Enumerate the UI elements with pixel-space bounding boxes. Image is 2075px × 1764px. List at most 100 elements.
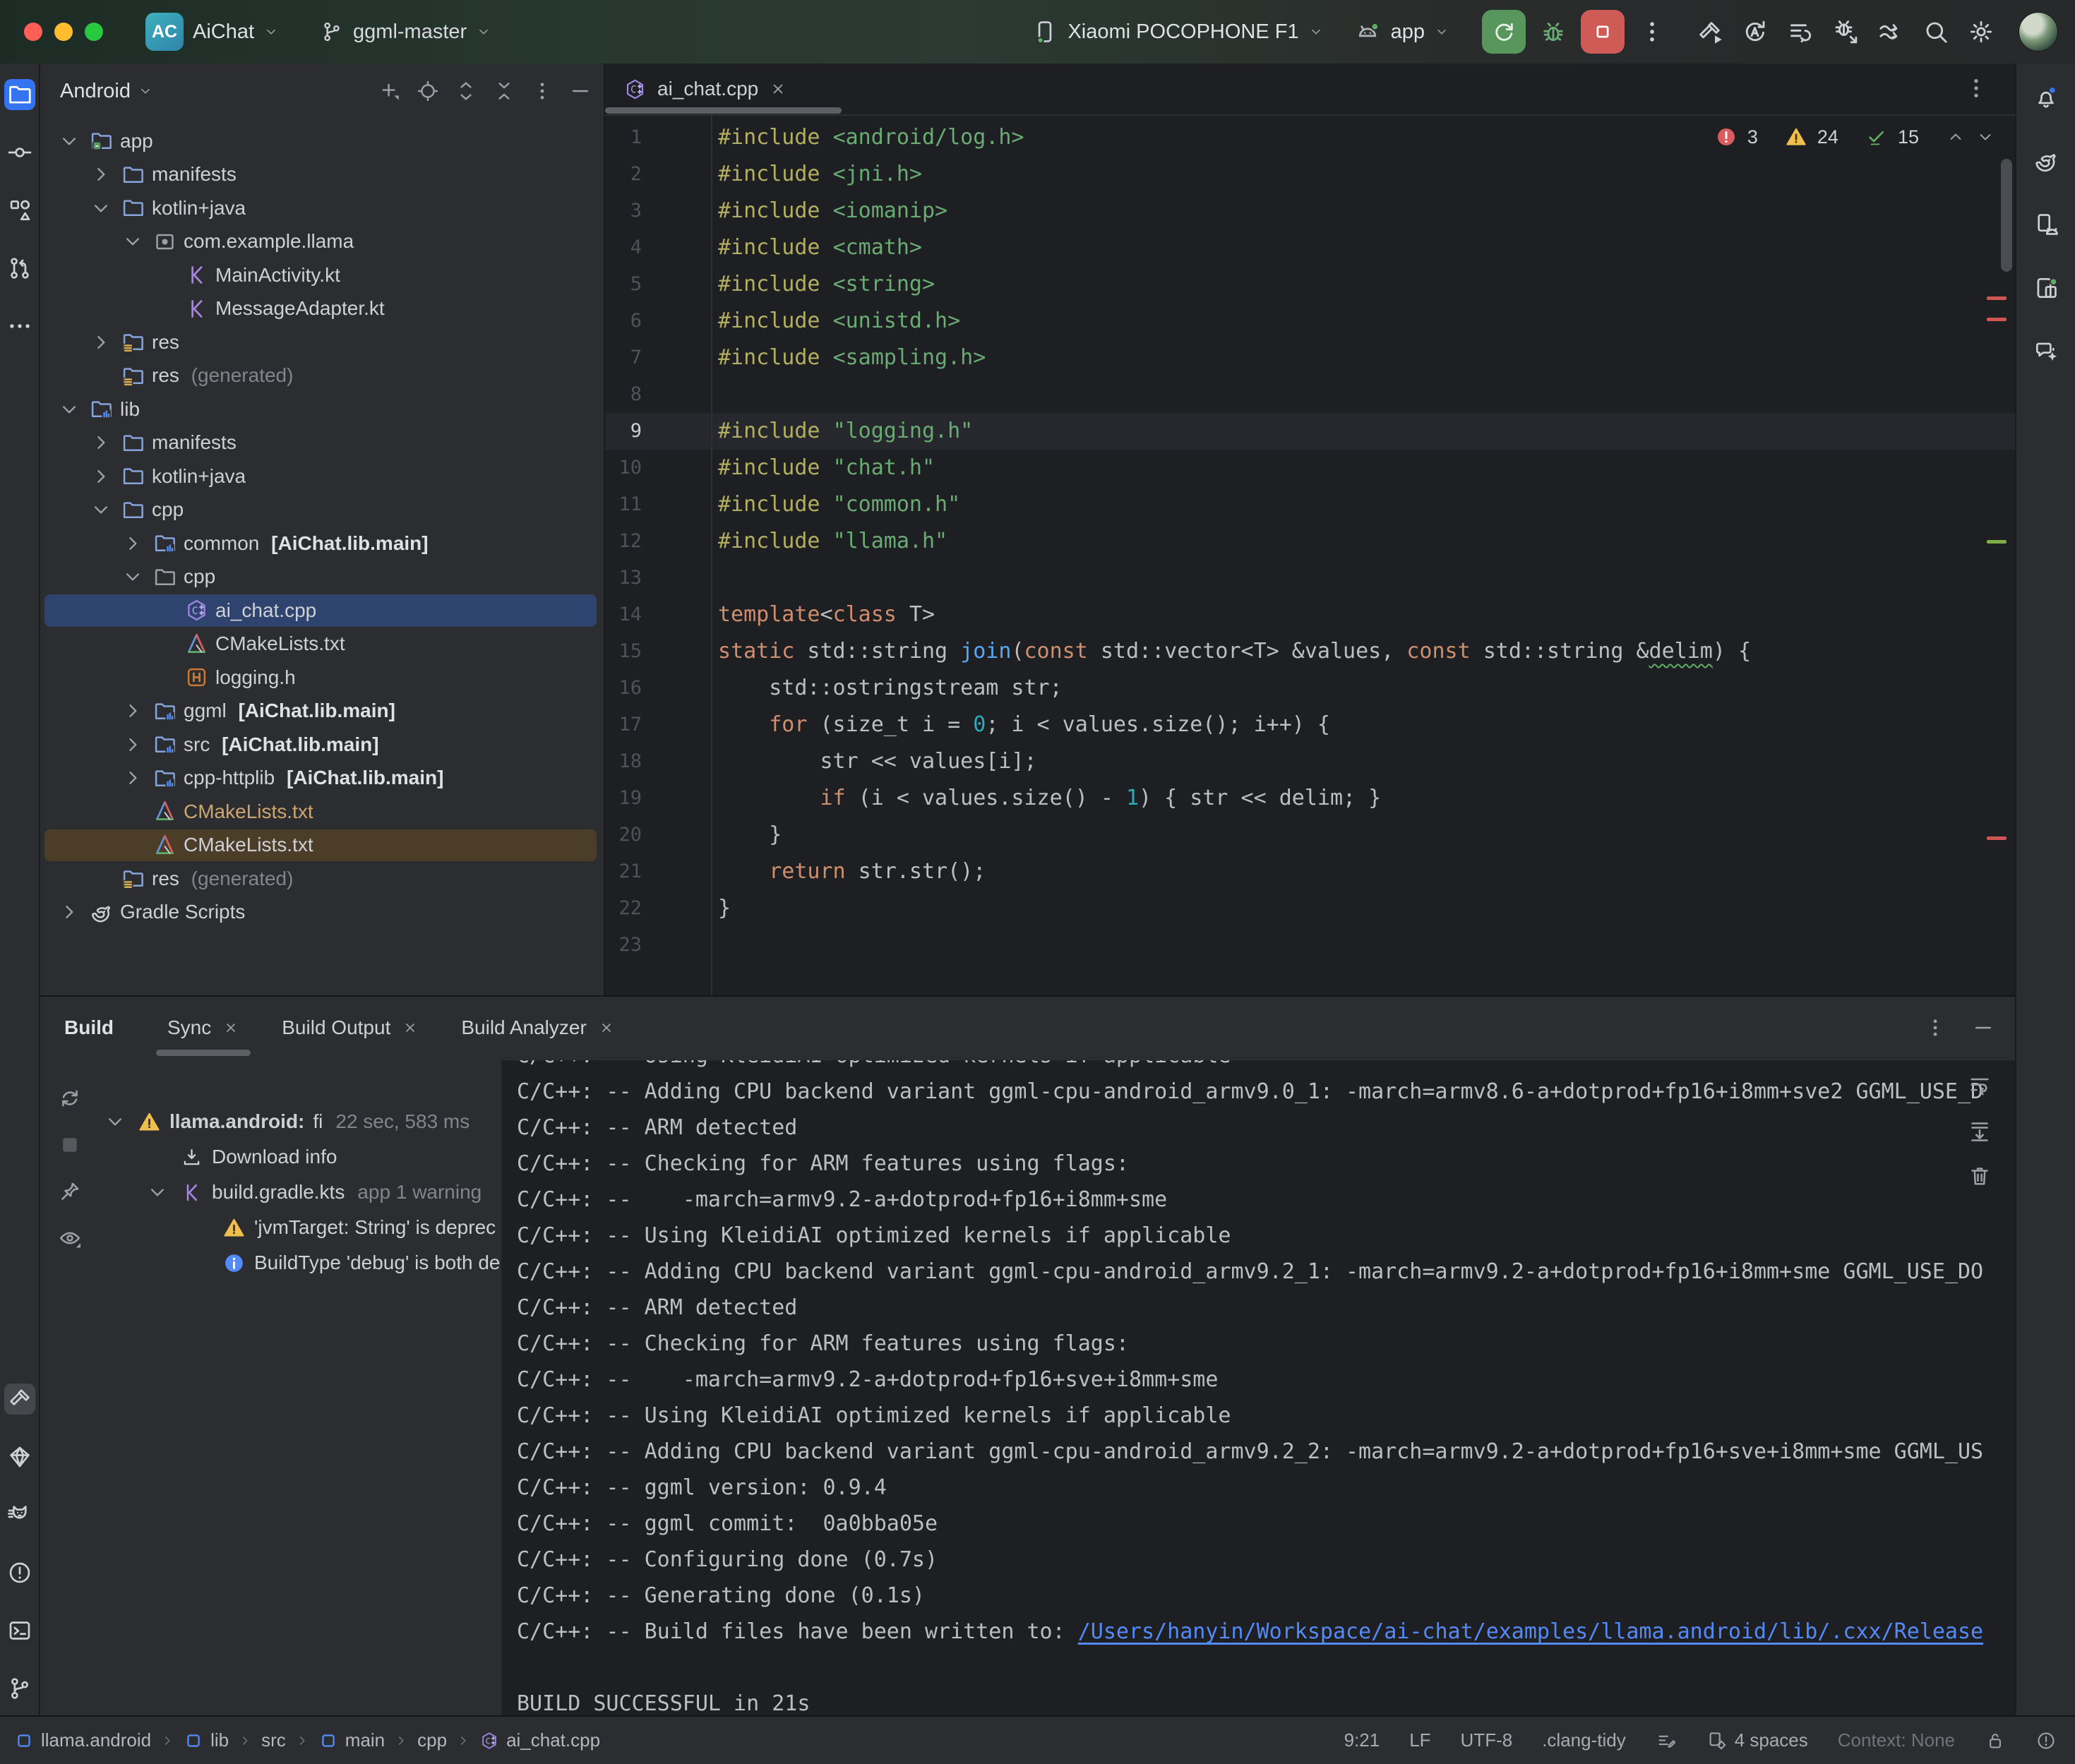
- add-icon[interactable]: [378, 79, 402, 103]
- tree-item-gradle-scripts[interactable]: Gradle Scripts: [39, 896, 604, 930]
- next-problem-icon[interactable]: [1975, 127, 1995, 147]
- minimize-window-button[interactable]: [54, 23, 73, 41]
- build-tree-item[interactable]: Download info: [101, 1139, 501, 1175]
- code-line-12[interactable]: 12#include "llama.h": [605, 523, 2016, 560]
- code-line-11[interactable]: 11#include "common.h": [605, 486, 2016, 523]
- chevron-right-icon[interactable]: [119, 766, 146, 790]
- zoom-window-button[interactable]: [85, 23, 103, 41]
- code-line-22[interactable]: 22}: [605, 890, 2016, 927]
- inspections-widget[interactable]: 3 24 15: [1715, 126, 1995, 148]
- file-encoding[interactable]: UTF-8: [1461, 1729, 1513, 1751]
- close-icon[interactable]: [769, 80, 787, 98]
- chevron-right-icon[interactable]: [119, 733, 146, 757]
- settings-button[interactable]: [1963, 14, 1999, 49]
- editor-scrollbar[interactable]: [2001, 159, 2012, 272]
- panel-options-icon[interactable]: [1923, 1016, 1947, 1040]
- expand-all-icon[interactable]: [454, 79, 478, 103]
- upgrade-assistant-button[interactable]: [1783, 14, 1818, 49]
- tree-item-src[interactable]: src [AiChat.lib.main]: [39, 728, 604, 762]
- breadcrumb-src[interactable]: src: [261, 1729, 286, 1751]
- chevron-down-icon[interactable]: [119, 229, 146, 253]
- inspection-status-icon[interactable]: [2035, 1730, 2057, 1751]
- gradle-tool-button[interactable]: [2031, 145, 2062, 176]
- structure-tool-button[interactable]: [4, 195, 35, 226]
- code-line-10[interactable]: 10#include "chat.h": [605, 450, 2016, 486]
- device-mirror-button[interactable]: [1873, 14, 1908, 49]
- chevron-down-icon[interactable]: [56, 129, 83, 153]
- hide-panel-icon[interactable]: [568, 79, 592, 103]
- chevron-right-icon[interactable]: [119, 532, 146, 556]
- breadcrumb-ai-chat-cpp[interactable]: Cai_chat.cpp: [479, 1729, 600, 1751]
- rerun-button[interactable]: [1482, 10, 1526, 54]
- code-line-21[interactable]: 21 return str.str();: [605, 853, 2016, 890]
- code-line-16[interactable]: 16 std::ostringstream str;: [605, 670, 2016, 707]
- build-output-path-link[interactable]: /Users/hanyin/Workspace/ai-chat/examples…: [1078, 1619, 1983, 1644]
- commit-tool-button[interactable]: [4, 137, 35, 168]
- build-tree-item[interactable]: build.gradle.ktsapp 1 warning: [101, 1175, 501, 1210]
- filters-eye-icon[interactable]: [57, 1225, 83, 1251]
- tree-item-manifests[interactable]: manifests: [39, 158, 604, 192]
- close-icon[interactable]: [598, 1019, 615, 1036]
- close-icon[interactable]: [222, 1019, 239, 1036]
- chevron-right-icon[interactable]: [88, 464, 114, 488]
- code-line-6[interactable]: 6#include <unistd.h>: [605, 303, 2016, 340]
- tree-item-messageadapter-kt[interactable]: MessageAdapter.kt: [39, 292, 604, 326]
- code-line-14[interactable]: 14template<class T>: [605, 596, 2016, 633]
- build-tree-item[interactable]: 'jvmTarget: String' is deprec: [101, 1210, 501, 1245]
- panel-options-icon[interactable]: [530, 79, 554, 103]
- chevron-right-icon[interactable]: [119, 699, 146, 723]
- tree-item-lib[interactable]: lib: [39, 392, 604, 426]
- tree-item-logging-h[interactable]: logging.h: [39, 661, 604, 695]
- tab-build-output[interactable]: Build Output: [261, 997, 440, 1059]
- chevron-down-icon[interactable]: [88, 196, 114, 220]
- tree-item-ai-chat-cpp[interactable]: Cai_chat.cpp: [39, 594, 604, 628]
- clear-all-icon[interactable]: [1967, 1163, 1992, 1189]
- code-line-18[interactable]: 18 str << values[i];: [605, 743, 2016, 780]
- formatter-icon[interactable]: [1656, 1730, 1677, 1751]
- chevron-right-icon[interactable]: [88, 330, 114, 354]
- project-view-selector[interactable]: Android: [60, 80, 153, 103]
- code-line-15[interactable]: 15static std::string join(const std::vec…: [605, 633, 2016, 670]
- gemini-tool-button[interactable]: [2031, 336, 2062, 367]
- problems-tool-button[interactable]: [4, 1557, 35, 1588]
- tree-item-cmakelists-txt[interactable]: CMakeLists.txt: [39, 829, 604, 863]
- tree-item-manifests[interactable]: manifests: [39, 426, 604, 460]
- more-tool-windows-button[interactable]: [4, 311, 35, 342]
- tab-build-analyzer[interactable]: Build Analyzer: [440, 997, 635, 1059]
- build-tree-item[interactable]: BuildType 'debug' is both de: [101, 1245, 501, 1280]
- tree-item-cmakelists-txt[interactable]: CMakeLists.txt: [39, 628, 604, 661]
- pin-icon[interactable]: [57, 1179, 83, 1204]
- re-sync-icon[interactable]: [57, 1086, 83, 1111]
- code-line-9[interactable]: 9#include "logging.h": [605, 413, 2016, 450]
- attach-debugger-button[interactable]: [1828, 14, 1863, 49]
- tree-item-cpp[interactable]: cpp: [39, 560, 604, 594]
- chevron-down-icon[interactable]: [88, 498, 114, 522]
- error-stripe-mark[interactable]: [1987, 296, 2007, 300]
- code-line-4[interactable]: 4#include <cmath>: [605, 229, 2016, 266]
- close-icon[interactable]: [402, 1019, 419, 1036]
- user-avatar[interactable]: [2019, 12, 2058, 52]
- breadcrumb-cpp[interactable]: cpp: [417, 1729, 447, 1751]
- lock-icon[interactable]: [1985, 1730, 2006, 1751]
- running-devices-button[interactable]: [2031, 272, 2062, 304]
- run-configuration-selector[interactable]: app: [1344, 12, 1459, 52]
- code-line-17[interactable]: 17 for (size_t i = 0; i < values.size();…: [605, 707, 2016, 743]
- line-ending[interactable]: LF: [1409, 1729, 1430, 1751]
- error-stripe-mark[interactable]: [1987, 836, 2007, 840]
- tree-item-res[interactable]: res (generated): [39, 862, 604, 896]
- chevron-down-icon[interactable]: [143, 1180, 172, 1204]
- debug-button[interactable]: [1536, 14, 1571, 49]
- version-control-tool-button[interactable]: [4, 1673, 35, 1704]
- chevron-down-icon[interactable]: [119, 565, 146, 589]
- search-everywhere-button[interactable]: [1918, 14, 1954, 49]
- code-line-20[interactable]: 20 }: [605, 817, 2016, 853]
- code-line-5[interactable]: 5#include <string>: [605, 266, 2016, 303]
- code-line-19[interactable]: 19 if (i < values.size() - 1) { str << d…: [605, 780, 2016, 817]
- collapse-all-icon[interactable]: [492, 79, 516, 103]
- breadcrumb-llama-android[interactable]: llama.android: [14, 1729, 151, 1751]
- tree-item-com-example-llama[interactable]: com.example.llama: [39, 225, 604, 259]
- ai-context[interactable]: Context: None: [1838, 1729, 1955, 1751]
- tree-item-cpp[interactable]: cpp: [39, 493, 604, 527]
- hide-panel-icon[interactable]: [1971, 1016, 1995, 1040]
- code-line-8[interactable]: 8: [605, 376, 2016, 413]
